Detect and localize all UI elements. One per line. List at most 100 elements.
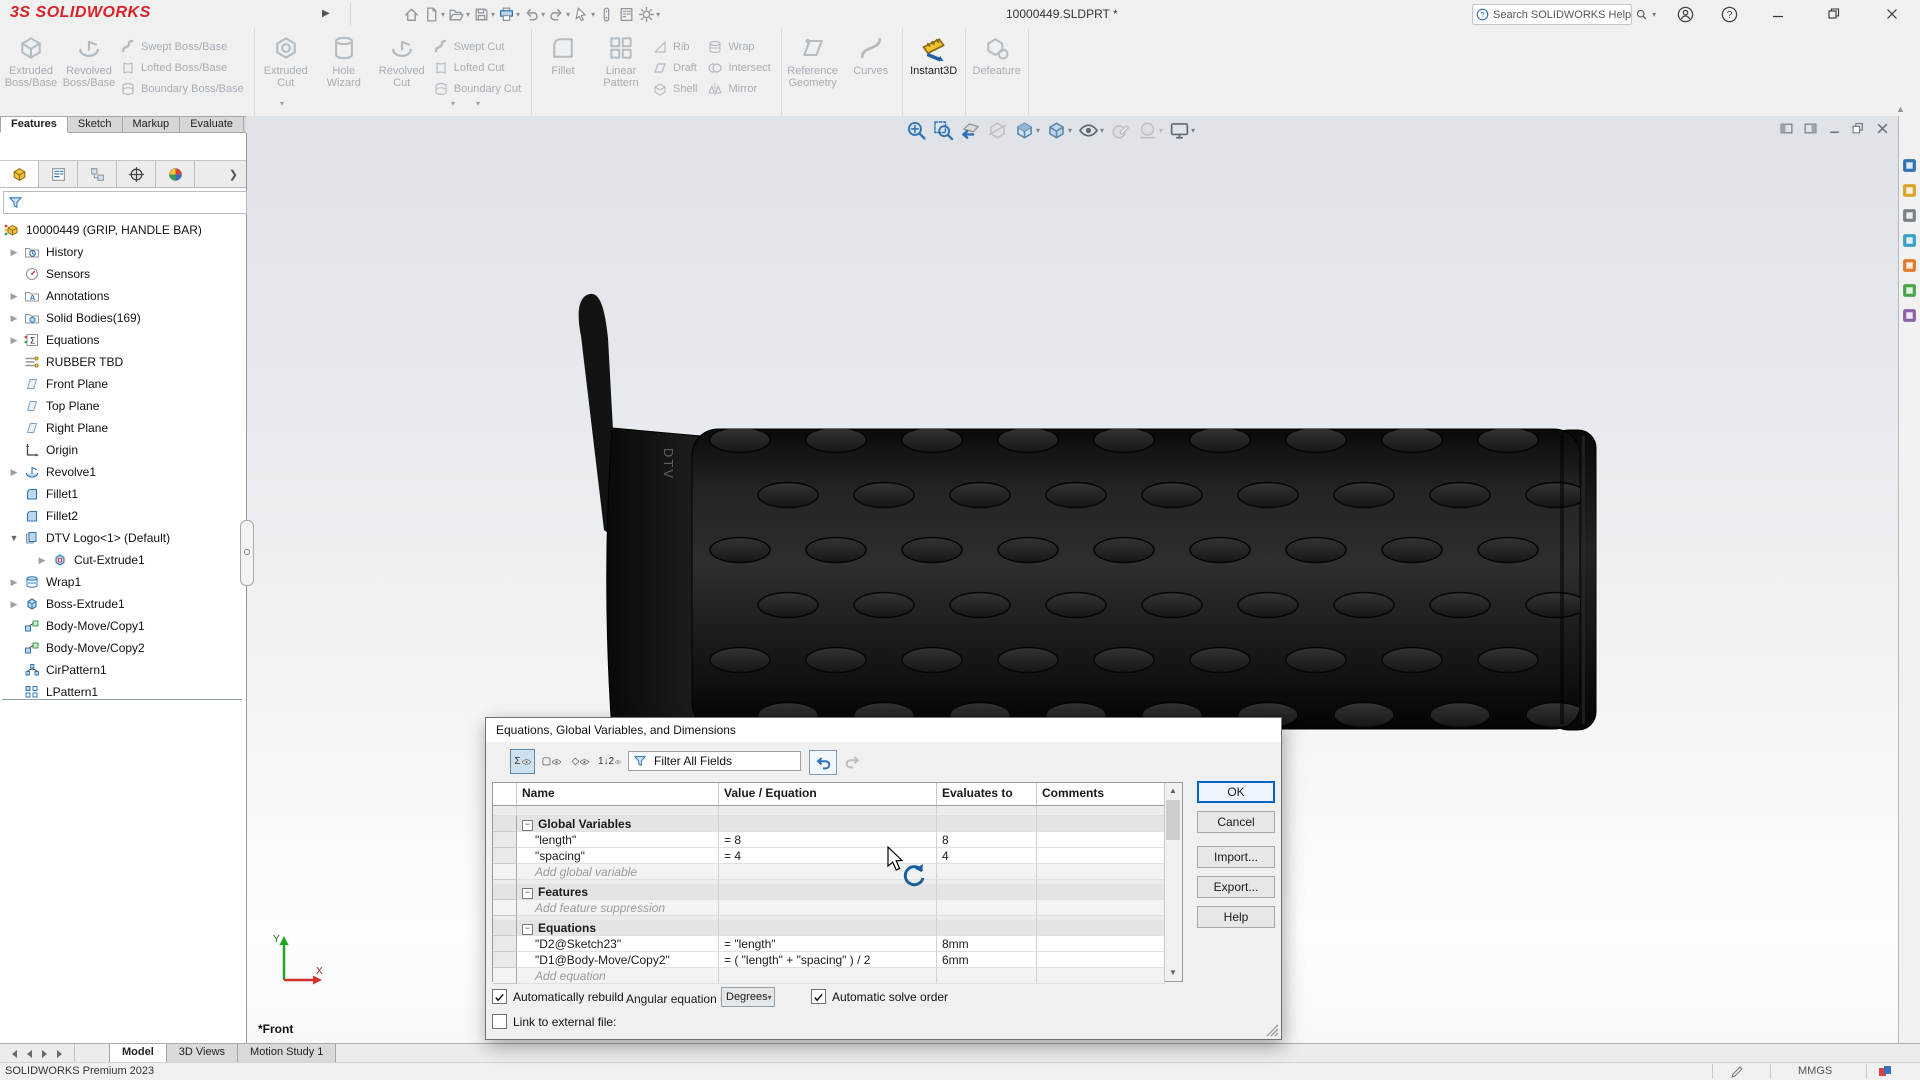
ribbon-button-rib[interactable]: Rib	[650, 36, 705, 57]
doc-pane-right-icon[interactable]	[1804, 122, 1817, 135]
login-button[interactable]	[1668, 0, 1702, 28]
tree-expand-icon[interactable]: ▶	[4, 467, 24, 478]
ribbon-button-intersect[interactable]: Intersect	[705, 57, 778, 78]
section-name-cell[interactable]: −Global Variables	[517, 816, 719, 832]
dimension-view-toggle[interactable]: ◇	[568, 749, 593, 774]
previous-view-button[interactable]	[960, 120, 981, 141]
tree-item-fillet2[interactable]: Fillet2	[0, 505, 244, 527]
cancel-button[interactable]: Cancel	[1197, 811, 1275, 833]
name-cell[interactable]: "spacing"	[517, 848, 719, 864]
doc-pane-left-icon[interactable]	[1780, 122, 1793, 135]
view-palette-icon[interactable]	[1902, 233, 1917, 248]
ribbon-button-fillet[interactable]: Fillet	[534, 30, 592, 116]
ribbon-button-lofted-boss-base[interactable]: Lofted Boss/Base	[118, 57, 252, 78]
ribbon-button-defeature[interactable]: Defeature	[968, 30, 1026, 116]
tree-expand-icon[interactable]: ▶	[4, 291, 24, 302]
tab-markup[interactable]: Markup	[123, 116, 181, 133]
custom-properties-icon[interactable]	[1902, 283, 1917, 298]
scroll-thumb[interactable]	[1166, 800, 1180, 840]
column-header-value-equation[interactable]: Value / Equation	[719, 783, 937, 805]
tree-filter-box[interactable]	[3, 191, 247, 214]
table-scrollbar[interactable]: ▲ ▼	[1164, 783, 1182, 981]
ribbon-button-draft[interactable]: Draft	[650, 57, 705, 78]
link-external-checkbox[interactable]: Link to external file:	[492, 1014, 616, 1029]
resources-icon[interactable]	[1902, 158, 1917, 173]
scroll-down-icon[interactable]: ▼	[1165, 965, 1181, 981]
tree-item-fillet1[interactable]: Fillet1	[0, 483, 244, 505]
name-cell[interactable]: "length"	[517, 832, 719, 848]
file-properties-button[interactable]	[617, 4, 636, 25]
dialog-filter-input[interactable]	[652, 753, 791, 769]
tree-item-dtv-logo-1-default-[interactable]: ▼DTV Logo<1> (Default)	[0, 527, 244, 549]
row-header-cell[interactable]	[493, 884, 517, 900]
tab-evaluate[interactable]: Evaluate	[180, 116, 244, 133]
print-button[interactable]: ▾	[497, 4, 521, 25]
table-row[interactable]: Add equation	[493, 968, 1182, 984]
ribbon-button-revolved-boss-base[interactable]: Revolved Boss/Base	[60, 30, 118, 116]
redo-button[interactable]	[840, 750, 866, 773]
tree-item-front-plane[interactable]: Front Plane	[0, 373, 244, 395]
ribbon-button-hole-wizard[interactable]: Hole Wizard	[315, 30, 373, 116]
ribbon-button-linear-pattern[interactable]: Linear Pattern	[592, 30, 650, 116]
table-row[interactable]: Add global variable	[493, 864, 1182, 880]
angular-units-select[interactable]: Degrees ▾	[721, 987, 775, 1007]
tree-item-right-plane[interactable]: Right Plane	[0, 417, 244, 439]
new-file-button[interactable]: ▾	[422, 4, 446, 25]
last-tab-icon[interactable]	[56, 1049, 66, 1059]
collapse-icon[interactable]: −	[522, 820, 533, 831]
tree-item-solid-bodies-169-[interactable]: ▶Solid Bodies(169)	[0, 307, 244, 329]
comment-cell[interactable]	[1037, 864, 1165, 880]
panel-tabs-expand-icon[interactable]: ❯	[195, 161, 246, 187]
equation-view-toggle[interactable]: Σ	[510, 749, 535, 774]
panel-splitter-handle[interactable]	[240, 520, 254, 586]
ribbon-button-swept-cut[interactable]: Swept Cut	[431, 36, 529, 57]
ribbon-button-boundary-cut[interactable]: Boundary Cut	[431, 78, 529, 99]
tab-sketch[interactable]: Sketch	[68, 116, 123, 133]
tree-expand-icon[interactable]: ▶	[4, 335, 24, 346]
save-button[interactable]: ▾	[472, 4, 496, 25]
grip-handle-model[interactable]: DTV	[560, 280, 1620, 750]
tree-item-cirpattern1[interactable]: CirPattern1	[0, 659, 244, 681]
sketch-equation-view-toggle[interactable]: ▢	[539, 749, 564, 774]
column-header-comments[interactable]: Comments	[1037, 783, 1165, 805]
tree-item-body-move-copy1[interactable]: Body-Move/Copy1	[0, 615, 244, 637]
prev-tab-icon[interactable]	[24, 1049, 34, 1059]
tree-item-revolve1[interactable]: ▶Revolve1	[0, 461, 244, 483]
ribbon-button-swept-boss-base[interactable]: Swept Boss/Base	[118, 36, 252, 57]
ribbon-button-wrap[interactable]: Wrap	[705, 36, 778, 57]
select-button[interactable]: ▾	[572, 4, 596, 25]
ordered-view-toggle[interactable]: 1↓2	[597, 749, 622, 774]
doc-close-icon[interactable]	[1876, 122, 1889, 135]
close-button[interactable]	[1868, 0, 1916, 28]
open-file-button[interactable]: ▾	[447, 4, 471, 25]
row-header-cell[interactable]	[493, 816, 517, 832]
row-header-cell[interactable]	[493, 936, 517, 952]
section-name-cell[interactable]: −Equations	[517, 920, 719, 936]
equation-cell[interactable]	[719, 900, 937, 916]
tree-expand-icon[interactable]: ▼	[4, 533, 24, 543]
displaymanager-tab[interactable]	[156, 161, 195, 187]
collapse-icon[interactable]: −	[522, 924, 533, 935]
help-button[interactable]: Help	[1197, 906, 1275, 928]
search-icon[interactable]	[1635, 8, 1648, 21]
section-name-cell[interactable]: −Features	[517, 884, 719, 900]
export-button[interactable]: Export...	[1197, 876, 1275, 898]
minimize-button[interactable]	[1756, 0, 1800, 28]
tree-item-body-move-copy2[interactable]: Body-Move/Copy2	[0, 637, 244, 659]
name-cell[interactable]: Add global variable	[517, 864, 719, 880]
propertymanager-tab[interactable]	[39, 161, 78, 187]
forum-icon[interactable]	[1902, 308, 1917, 323]
tree-expand-icon[interactable]: ▶	[32, 555, 52, 566]
ribbon-collapse-icon[interactable]: ▲	[1896, 104, 1905, 114]
name-cell[interactable]: "D2@Sketch23"	[517, 936, 719, 952]
comment-cell[interactable]	[1037, 832, 1165, 848]
tree-item-10000449-grip-handle-bar-[interactable]: 10000449 (GRIP, HANDLE BAR)	[0, 219, 244, 241]
first-tab-icon[interactable]	[8, 1049, 18, 1059]
view-orientation-button[interactable]: ▾	[1014, 120, 1040, 141]
search-box[interactable]: ? Search SOLIDWORKS Help ▾	[1472, 4, 1632, 25]
ok-button[interactable]: OK	[1197, 781, 1275, 803]
undo-button[interactable]: ▾	[522, 4, 546, 25]
table-row[interactable]: "D1@Body-Move/Copy2"= ( "length" + "spac…	[493, 952, 1182, 968]
collapse-icon[interactable]: −	[522, 888, 533, 899]
ribbon-button-shell[interactable]: Shell	[650, 78, 705, 99]
